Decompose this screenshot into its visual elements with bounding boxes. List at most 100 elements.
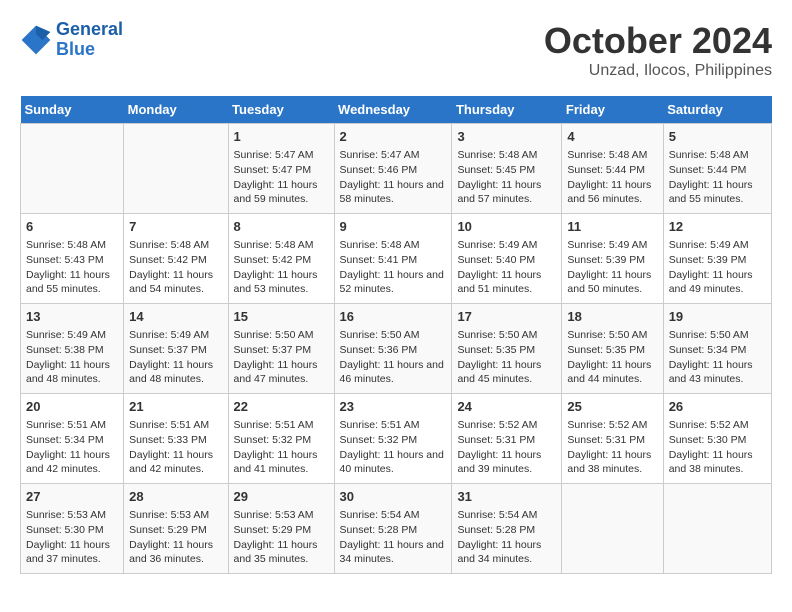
cell-content: Sunrise: 5:53 AM Sunset: 5:29 PM Dayligh…	[129, 508, 222, 567]
calendar-cell: 10 Sunrise: 5:49 AM Sunset: 5:40 PM Dayli…	[452, 214, 562, 304]
day-number: 9	[340, 218, 447, 236]
cell-content: Sunrise: 5:49 AM Sunset: 5:39 PM Dayligh…	[567, 238, 657, 297]
calendar-cell: 7 Sunrise: 5:48 AM Sunset: 5:42 PM Daylig…	[124, 214, 228, 304]
header-cell-monday: Monday	[124, 96, 228, 124]
cell-content: Sunrise: 5:53 AM Sunset: 5:30 PM Dayligh…	[26, 508, 118, 567]
calendar-cell	[21, 124, 124, 214]
day-number: 31	[457, 488, 556, 506]
header-cell-thursday: Thursday	[452, 96, 562, 124]
cell-content: Sunrise: 5:53 AM Sunset: 5:29 PM Dayligh…	[234, 508, 329, 567]
day-number: 28	[129, 488, 222, 506]
calendar-cell: 11 Sunrise: 5:49 AM Sunset: 5:39 PM Dayli…	[562, 214, 663, 304]
week-row-5: 27 Sunrise: 5:53 AM Sunset: 5:30 PM Dayli…	[21, 484, 772, 574]
calendar-cell: 15Sunrise: 5:50 AM Sunset: 5:37 PM Dayli…	[228, 304, 334, 394]
cell-content: Sunrise: 5:49 AM Sunset: 5:40 PM Dayligh…	[457, 238, 556, 297]
calendar-cell: 14 Sunrise: 5:49 AM Sunset: 5:37 PM Dayli…	[124, 304, 228, 394]
calendar-cell: 12Sunrise: 5:49 AM Sunset: 5:39 PM Dayli…	[663, 214, 771, 304]
day-number: 23	[340, 398, 447, 416]
calendar-cell: 22 Sunrise: 5:51 AM Sunset: 5:32 PM Dayli…	[228, 394, 334, 484]
calendar-cell: 13 Sunrise: 5:49 AM Sunset: 5:38 PM Dayli…	[21, 304, 124, 394]
cell-content: Sunrise: 5:51 AM Sunset: 5:32 PM Dayligh…	[234, 418, 329, 477]
day-number: 29	[234, 488, 329, 506]
day-number: 5	[669, 128, 766, 146]
cell-content: Sunrise: 5:51 AM Sunset: 5:32 PM Dayligh…	[340, 418, 447, 477]
calendar-cell: 1 Sunrise: 5:47 AM Sunset: 5:47 PM Daylig…	[228, 124, 334, 214]
page-subtitle: Unzad, Ilocos, Philippines	[544, 62, 772, 80]
header-row: SundayMondayTuesdayWednesdayThursdayFrid…	[21, 96, 772, 124]
calendar-cell: 6 Sunrise: 5:48 AM Sunset: 5:43 PM Daylig…	[21, 214, 124, 304]
header-cell-wednesday: Wednesday	[334, 96, 452, 124]
day-number: 27	[26, 488, 118, 506]
logo-line2: Blue	[56, 39, 95, 59]
calendar-cell: 18Sunrise: 5:50 AM Sunset: 5:35 PM Dayli…	[562, 304, 663, 394]
week-row-4: 20Sunrise: 5:51 AM Sunset: 5:34 PM Dayli…	[21, 394, 772, 484]
calendar-cell: 23 Sunrise: 5:51 AM Sunset: 5:32 PM Dayli…	[334, 394, 452, 484]
day-number: 17	[457, 308, 556, 326]
day-number: 21	[129, 398, 222, 416]
cell-content: Sunrise: 5:47 AM Sunset: 5:46 PM Dayligh…	[340, 148, 447, 207]
day-number: 24	[457, 398, 556, 416]
cell-content: Sunrise: 5:48 AM Sunset: 5:42 PM Dayligh…	[129, 238, 222, 297]
calendar-cell: 26 Sunrise: 5:52 AM Sunset: 5:30 PM Dayli…	[663, 394, 771, 484]
cell-content: Sunrise: 5:48 AM Sunset: 5:41 PM Dayligh…	[340, 238, 447, 297]
calendar-cell: 27 Sunrise: 5:53 AM Sunset: 5:30 PM Dayli…	[21, 484, 124, 574]
day-number: 30	[340, 488, 447, 506]
day-number: 2	[340, 128, 447, 146]
calendar-cell: 19Sunrise: 5:50 AM Sunset: 5:34 PM Dayli…	[663, 304, 771, 394]
logo-icon	[20, 24, 52, 56]
header-cell-saturday: Saturday	[663, 96, 771, 124]
day-number: 3	[457, 128, 556, 146]
cell-content: Sunrise: 5:49 AM Sunset: 5:37 PM Dayligh…	[129, 328, 222, 387]
day-number: 16	[340, 308, 447, 326]
calendar-cell: 30 Sunrise: 5:54 AM Sunset: 5:28 PM Dayli…	[334, 484, 452, 574]
cell-content: Sunrise: 5:52 AM Sunset: 5:30 PM Dayligh…	[669, 418, 766, 477]
logo-line1: General	[56, 19, 123, 39]
calendar-cell	[663, 484, 771, 574]
day-number: 4	[567, 128, 657, 146]
calendar-cell: 24 Sunrise: 5:52 AM Sunset: 5:31 PM Dayli…	[452, 394, 562, 484]
day-number: 20	[26, 398, 118, 416]
calendar-cell: 2 Sunrise: 5:47 AM Sunset: 5:46 PM Daylig…	[334, 124, 452, 214]
cell-content: Sunrise: 5:47 AM Sunset: 5:47 PM Dayligh…	[234, 148, 329, 207]
cell-content: Sunrise: 5:50 AM Sunset: 5:35 PM Dayligh…	[457, 328, 556, 387]
week-row-1: 1 Sunrise: 5:47 AM Sunset: 5:47 PM Daylig…	[21, 124, 772, 214]
cell-content: Sunrise: 5:48 AM Sunset: 5:42 PM Dayligh…	[234, 238, 329, 297]
header-cell-sunday: Sunday	[21, 96, 124, 124]
day-number: 12	[669, 218, 766, 236]
calendar-cell: 29 Sunrise: 5:53 AM Sunset: 5:29 PM Dayli…	[228, 484, 334, 574]
cell-content: Sunrise: 5:50 AM Sunset: 5:36 PM Dayligh…	[340, 328, 447, 387]
title-block: October 2024 Unzad, Ilocos, Philippines	[544, 20, 772, 80]
logo-text: General Blue	[56, 20, 123, 60]
calendar-table: SundayMondayTuesdayWednesdayThursdayFrid…	[20, 96, 772, 574]
calendar-cell: 28 Sunrise: 5:53 AM Sunset: 5:29 PM Dayli…	[124, 484, 228, 574]
calendar-cell: 21Sunrise: 5:51 AM Sunset: 5:33 PM Dayli…	[124, 394, 228, 484]
day-number: 10	[457, 218, 556, 236]
cell-content: Sunrise: 5:52 AM Sunset: 5:31 PM Dayligh…	[457, 418, 556, 477]
day-number: 22	[234, 398, 329, 416]
cell-content: Sunrise: 5:52 AM Sunset: 5:31 PM Dayligh…	[567, 418, 657, 477]
cell-content: Sunrise: 5:48 AM Sunset: 5:43 PM Dayligh…	[26, 238, 118, 297]
cell-content: Sunrise: 5:49 AM Sunset: 5:38 PM Dayligh…	[26, 328, 118, 387]
cell-content: Sunrise: 5:54 AM Sunset: 5:28 PM Dayligh…	[340, 508, 447, 567]
day-number: 6	[26, 218, 118, 236]
cell-content: Sunrise: 5:54 AM Sunset: 5:28 PM Dayligh…	[457, 508, 556, 567]
day-number: 25	[567, 398, 657, 416]
day-number: 26	[669, 398, 766, 416]
page-title: October 2024	[544, 20, 772, 62]
day-number: 13	[26, 308, 118, 326]
day-number: 1	[234, 128, 329, 146]
calendar-cell: 5Sunrise: 5:48 AM Sunset: 5:44 PM Daylig…	[663, 124, 771, 214]
day-number: 7	[129, 218, 222, 236]
calendar-cell: 31 Sunrise: 5:54 AM Sunset: 5:28 PM Dayli…	[452, 484, 562, 574]
day-number: 11	[567, 218, 657, 236]
cell-content: Sunrise: 5:50 AM Sunset: 5:34 PM Dayligh…	[669, 328, 766, 387]
page-header: General Blue October 2024 Unzad, Ilocos,…	[20, 20, 772, 80]
calendar-cell	[562, 484, 663, 574]
calendar-cell: 4Sunrise: 5:48 AM Sunset: 5:44 PM Daylig…	[562, 124, 663, 214]
cell-content: Sunrise: 5:50 AM Sunset: 5:35 PM Dayligh…	[567, 328, 657, 387]
calendar-cell: 9 Sunrise: 5:48 AM Sunset: 5:41 PM Daylig…	[334, 214, 452, 304]
calendar-cell: 25 Sunrise: 5:52 AM Sunset: 5:31 PM Dayli…	[562, 394, 663, 484]
logo: General Blue	[20, 20, 123, 60]
day-number: 14	[129, 308, 222, 326]
calendar-cell: 3Sunrise: 5:48 AM Sunset: 5:45 PM Daylig…	[452, 124, 562, 214]
